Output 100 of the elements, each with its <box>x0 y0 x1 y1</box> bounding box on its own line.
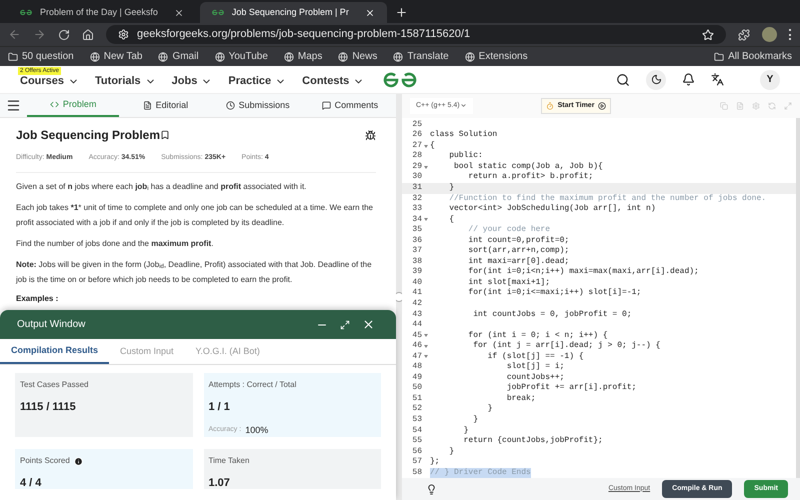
close-icon[interactable] <box>362 318 375 331</box>
line-number: 36 <box>411 236 422 246</box>
line-number: 42 <box>411 298 422 310</box>
caret-icon <box>460 102 467 110</box>
tab-icon <box>226 101 235 110</box>
bookmark-icon[interactable] <box>160 130 170 140</box>
problem-tab[interactable]: Submissions <box>212 94 304 117</box>
theme-toggle[interactable] <box>646 70 666 90</box>
hint-bulb-icon[interactable] <box>426 484 437 495</box>
code-line: }; <box>430 457 440 468</box>
bookmark-item[interactable]: 50 question <box>8 49 74 64</box>
code-line: for (int j = arr[i].dead; j > 0; j--) { <box>472 341 660 352</box>
nav-menu-item[interactable]: Courses <box>20 73 80 90</box>
forward-icon[interactable] <box>33 28 46 41</box>
accuracy-value: 100% <box>245 424 268 436</box>
line-number: 35 <box>411 225 422 236</box>
timer-icon <box>546 102 554 110</box>
bookmark-item[interactable]: Maps <box>284 49 322 64</box>
code-line: jobProfit += arr[i].profit; <box>506 383 636 394</box>
nav-menu-item[interactable]: Jobs <box>172 73 212 90</box>
bell-icon[interactable] <box>682 73 695 86</box>
reload-icon[interactable] <box>58 28 70 40</box>
problem-tab[interactable]: Problem <box>27 94 120 117</box>
line-number: 37 <box>411 246 422 257</box>
globe-icon <box>464 52 475 62</box>
translate-icon[interactable] <box>711 73 724 86</box>
description-paragraph: Each job takes *1* unit of time to complete and only one job can be scheduled at a time. We earn the profit associated with a job if and only if the job is completed by its deadline. <box>16 202 374 229</box>
info-icon[interactable] <box>74 456 83 466</box>
bookmark-item[interactable]: Translate <box>393 49 449 64</box>
globe-icon <box>338 52 348 62</box>
problem-tab[interactable]: Comments <box>304 94 396 117</box>
menu-dots-icon[interactable] <box>789 29 792 40</box>
line-number: 54 <box>411 426 422 436</box>
bookmark-item[interactable]: News <box>338 49 378 64</box>
browser-tab[interactable]: Problem of the Day | Geeksfo <box>8 2 196 23</box>
home-icon[interactable] <box>82 28 94 40</box>
fold-marker-icon[interactable] <box>424 355 428 358</box>
folder-icon <box>714 52 724 62</box>
code-line: return a.profit> b.profit; <box>467 172 594 183</box>
bookmark-item[interactable]: Gmail <box>158 49 199 64</box>
description-paragraph: Given a set of n jobs where each job$_{i}$ has a deadline and profit associated with it. <box>16 180 308 194</box>
globe-icon <box>214 52 225 62</box>
nav-menu-item[interactable]: Tutorials <box>95 73 156 90</box>
url-text: geeksforgeeks.org/problems/job-sequencing-problem-1587115620/1 <box>137 27 472 42</box>
code-line: return {countJobs,jobProfit}; <box>462 436 603 447</box>
profile-avatar[interactable] <box>762 27 777 42</box>
code-line: int slot[maxi+1]; <box>467 278 550 288</box>
line-number: 34 <box>411 214 422 226</box>
close-icon[interactable] <box>364 8 375 18</box>
fold-marker-icon[interactable] <box>424 218 428 222</box>
line-number: 56 <box>411 446 422 458</box>
line-number: 27 <box>411 140 422 152</box>
fold-marker-icon[interactable] <box>424 166 428 169</box>
line-number: 43 <box>411 310 422 320</box>
code-line: int countJobs = 0, jobProfit = 0; <box>472 310 632 320</box>
site-logo-icon <box>20 9 32 16</box>
line-number: 30 <box>411 172 422 183</box>
code-line: } <box>472 415 478 426</box>
user-avatar[interactable]: Y <box>760 70 780 90</box>
search-icon[interactable] <box>616 72 630 86</box>
address-bar[interactable]: geeksforgeeks.org/problems/job-sequencing-problem-1587115620/1 <box>106 25 726 44</box>
line-number: 46 <box>411 341 422 352</box>
nav-menu-item[interactable]: Practice <box>228 73 286 90</box>
fold-marker-icon[interactable] <box>424 344 428 348</box>
all-bookmarks-item[interactable]: All Bookmarks <box>714 49 792 64</box>
code-line: for (int i = 0; i < n; i++) { <box>467 330 608 341</box>
star-icon[interactable] <box>702 28 714 40</box>
line-number: 57 <box>411 457 422 468</box>
new-tab-icon[interactable] <box>394 6 408 19</box>
fold-marker-icon[interactable] <box>424 144 428 148</box>
logo-icon[interactable] <box>383 71 417 89</box>
nav-menu-item[interactable]: Contests <box>302 73 364 90</box>
globe-icon <box>158 52 168 62</box>
browser-tab[interactable]: Job Sequencing Problem | Pr <box>200 2 387 23</box>
menu-icon[interactable] <box>6 98 21 113</box>
bookmark-item[interactable]: YouTube <box>214 49 268 64</box>
card-value: 4 / 4 <box>20 476 42 491</box>
line-number: 50 <box>411 383 422 394</box>
bookmark-item[interactable]: Extensions <box>464 49 528 64</box>
extensions-icon[interactable] <box>738 28 750 40</box>
bookmark-item[interactable]: New Tab <box>90 49 142 64</box>
fold-marker-icon[interactable] <box>424 334 428 338</box>
site-settings-icon[interactable] <box>118 29 129 40</box>
line-number: 39 <box>411 267 422 278</box>
code-line: } <box>462 426 468 436</box>
output-tab[interactable]: Compilation Results <box>0 339 110 364</box>
code-line: if (slot[j] == -1) { <box>486 352 584 362</box>
line-number: 58 <box>411 468 422 478</box>
code-line: // your code here <box>467 225 550 236</box>
back-icon[interactable] <box>8 28 21 41</box>
problem-title: Job Sequencing Problem <box>16 127 160 144</box>
card-label: Test Cases Passed <box>20 379 88 391</box>
bug-icon[interactable] <box>365 130 376 140</box>
expand-icon[interactable] <box>340 320 350 330</box>
card-label: Time Taken <box>208 455 250 467</box>
close-icon[interactable] <box>174 8 184 18</box>
code-line: { <box>448 214 454 226</box>
code-line: break; <box>506 394 536 404</box>
problem-tab[interactable]: Editorial <box>119 94 212 117</box>
code-line: { <box>430 140 435 152</box>
